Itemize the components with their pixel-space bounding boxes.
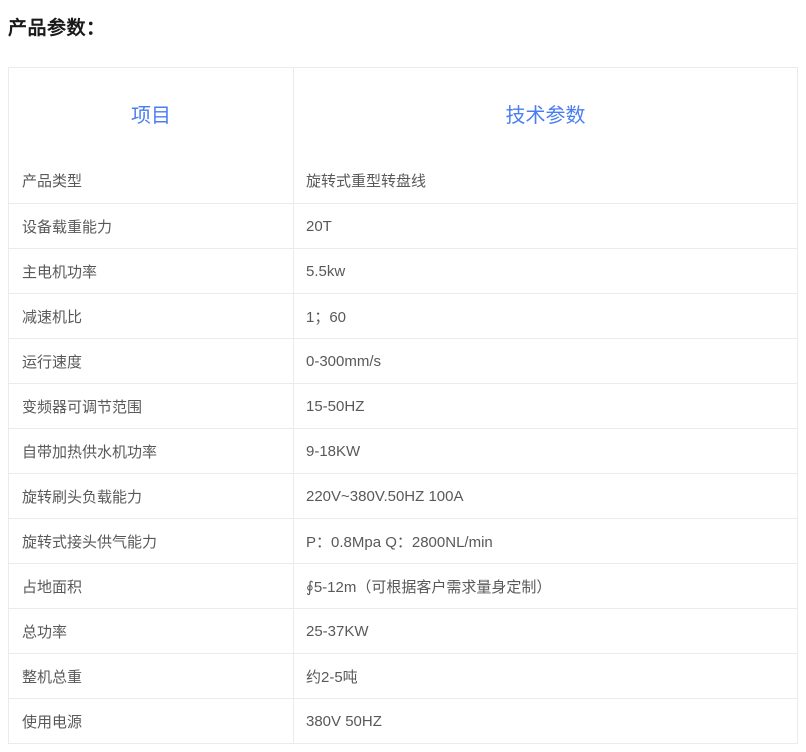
row-value-cell: 旋转式重型转盘线 (294, 158, 797, 203)
product-params-table: 项目 技术参数 产品类型 旋转式重型转盘线 设备载重能力 20T 主电机功率 5… (8, 67, 798, 744)
row-value-cell: 0-300mm/s (294, 339, 797, 383)
row-value-cell: 9-18KW (294, 429, 797, 473)
table-row: 整机总重 约2-5吨 (9, 653, 797, 698)
table-row: 运行速度 0-300mm/s (9, 338, 797, 383)
table-row: 主电机功率 5.5kw (9, 248, 797, 293)
table-row: 总功率 25-37KW (9, 608, 797, 653)
table-row: 旋转式接头供气能力 P：0.8Mpa Q：2800NL/min (9, 518, 797, 563)
table-row: 设备载重能力 20T (9, 203, 797, 248)
column-header-tech-params: 技术参数 (294, 68, 797, 158)
row-value-cell: P：0.8Mpa Q：2800NL/min (294, 519, 797, 563)
row-label-cell: 产品类型 (9, 158, 294, 203)
row-label-cell: 使用电源 (9, 699, 294, 743)
row-label-cell: 运行速度 (9, 339, 294, 383)
row-value-cell: 15-50HZ (294, 384, 797, 428)
column-header-item: 项目 (9, 68, 294, 158)
row-value-cell: 5.5kw (294, 249, 797, 293)
table-row: 产品类型 旋转式重型转盘线 (9, 158, 797, 203)
row-label-cell: 设备载重能力 (9, 204, 294, 248)
row-value-cell: 约2-5吨 (294, 654, 797, 698)
table-row: 占地面积 ∮5-12m（可根据客户需求量身定制） (9, 563, 797, 608)
row-label-cell: 减速机比 (9, 294, 294, 338)
row-value-cell: 20T (294, 204, 797, 248)
table-row: 旋转刷头负载能力 220V~380V.50HZ 100A (9, 473, 797, 518)
row-label-cell: 整机总重 (9, 654, 294, 698)
row-label-cell: 变频器可调节范围 (9, 384, 294, 428)
row-value-cell: 25-37KW (294, 609, 797, 653)
row-label-cell: 旋转式接头供气能力 (9, 519, 294, 563)
table-row: 减速机比 1；60 (9, 293, 797, 338)
table-header-row: 项目 技术参数 (9, 68, 797, 158)
row-label-cell: 总功率 (9, 609, 294, 653)
table-row: 变频器可调节范围 15-50HZ (9, 383, 797, 428)
row-value-cell: 220V~380V.50HZ 100A (294, 474, 797, 518)
row-label-cell: 主电机功率 (9, 249, 294, 293)
page-title: 产品参数： (8, 13, 106, 40)
table-body: 产品类型 旋转式重型转盘线 设备载重能力 20T 主电机功率 5.5kw 减速机… (9, 158, 797, 743)
row-label-cell: 自带加热供水机功率 (9, 429, 294, 473)
table-row: 使用电源 380V 50HZ (9, 698, 797, 743)
row-label-cell: 占地面积 (9, 564, 294, 608)
row-value-cell: 1；60 (294, 294, 797, 338)
row-label-cell: 旋转刷头负载能力 (9, 474, 294, 518)
row-value-cell: 380V 50HZ (294, 699, 797, 743)
row-value-cell: ∮5-12m（可根据客户需求量身定制） (294, 564, 797, 608)
table-row: 自带加热供水机功率 9-18KW (9, 428, 797, 473)
